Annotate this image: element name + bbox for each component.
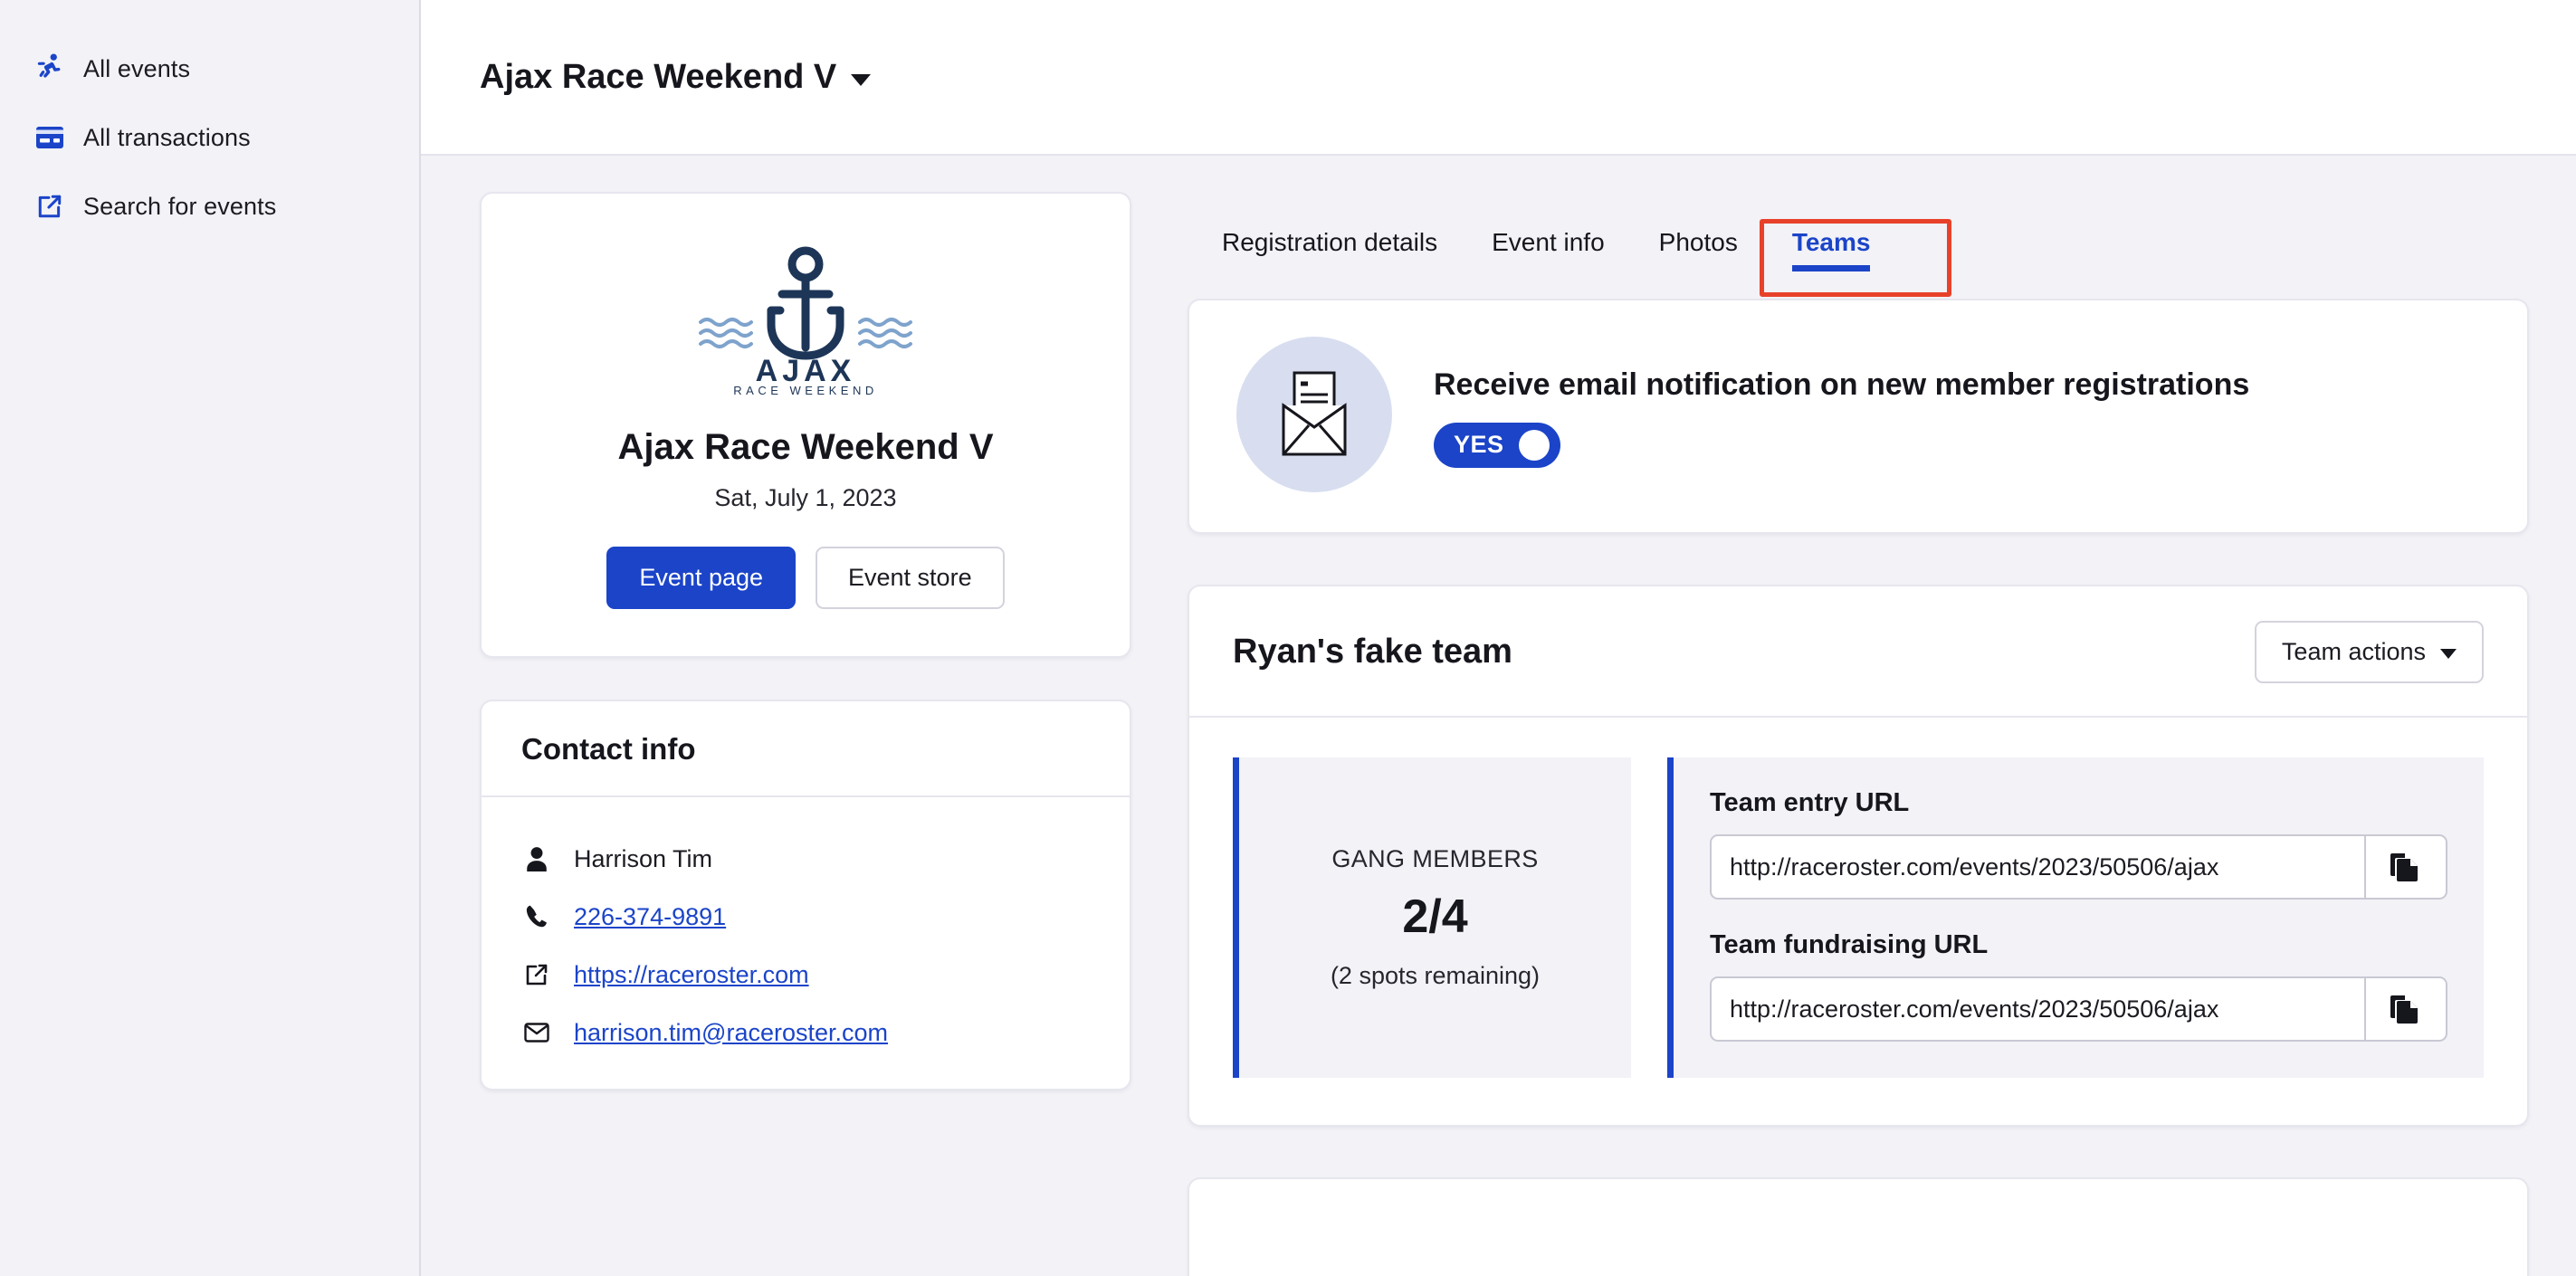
copy-team-entry-url-button[interactable] [2364,834,2447,900]
toggle-knob [1519,430,1550,461]
team-name: Ryan's fake team [1233,633,1512,671]
logo-subtitle: RACE WEEKEND [733,384,877,396]
content-area: AJAX RACE WEEKEND Ajax Race Weekend V Sa… [421,156,2576,1276]
envelope-mail-icon [1236,337,1392,492]
notification-text-block: Receive email notification on new member… [1434,362,2249,468]
sidebar: All events All transactions [0,0,421,1276]
team-actions-label: Team actions [2282,638,2426,666]
chevron-down-icon [851,74,871,86]
contact-website-link[interactable]: https://raceroster.com [574,961,809,989]
contact-row-name: Harrison Tim [521,830,1090,888]
notification-title: Receive email notification on new member… [1434,367,2249,403]
team-fundraising-url-input[interactable] [1710,976,2364,1042]
app-root: All events All transactions [0,0,2576,1276]
tab-photos[interactable]: Photos [1632,230,1765,279]
gang-members-label: GANG MEMBERS [1331,845,1538,873]
team-fundraising-url-row [1710,976,2447,1042]
gang-members-box: GANG MEMBERS 2/4 (2 spots remaining) [1233,757,1631,1078]
sidebar-item-label: All transactions [83,124,251,152]
envelope-icon [521,1022,552,1043]
sidebar-item-search-for-events[interactable]: Search for events [0,172,419,241]
event-buttons: Event page Event store [518,547,1093,609]
page-title: Ajax Race Weekend V [480,58,836,97]
person-icon [521,846,552,871]
external-link-icon [521,963,552,987]
contact-row-website: https://raceroster.com [521,946,1090,1004]
tab-bar: Registration details Event info Photos T… [1188,192,2529,279]
tab-event-info[interactable]: Event info [1465,230,1632,279]
contact-info-card: Contact info Harrison Tim [480,700,1131,1090]
sidebar-item-all-events[interactable]: All events [0,34,419,103]
team-fundraising-url-label: Team fundraising URL [1710,930,2447,960]
team-card-header: Ryan's fake team Team actions [1189,586,2527,718]
main-area: Ajax Race Weekend V [421,0,2576,1276]
external-link-icon [34,191,65,222]
event-name: Ajax Race Weekend V [518,427,1093,468]
gang-members-remaining: (2 spots remaining) [1331,962,1540,990]
team-entry-url-input[interactable] [1710,834,2364,900]
tab-registration-details[interactable]: Registration details [1195,230,1465,279]
gang-members-count: 2/4 [1402,890,1467,944]
sidebar-item-label: All events [83,55,190,83]
runner-icon [34,53,65,84]
phone-icon [521,904,552,929]
toggle-label: YES [1454,431,1504,459]
topbar: Ajax Race Weekend V [421,0,2576,156]
sidebar-item-all-transactions[interactable]: All transactions [0,103,419,172]
teams-tab-highlight-box [1760,219,1952,297]
chevron-down-icon [2440,649,2457,659]
contact-email-link[interactable]: harrison.tim@raceroster.com [574,1019,888,1047]
team-card-body: GANG MEMBERS 2/4 (2 spots remaining) Tea… [1189,718,2527,1125]
contact-phone-link[interactable]: 226-374-9891 [574,903,726,931]
copy-icon [2390,992,2421,1027]
sidebar-item-label: Search for events [83,193,276,221]
contact-info-heading: Contact info [482,701,1130,797]
right-column: Registration details Event info Photos T… [1188,192,2529,1276]
event-summary-card: AJAX RACE WEEKEND Ajax Race Weekend V Sa… [480,192,1131,658]
team-card: Ryan's fake team Team actions GANG MEMBE… [1188,585,2529,1127]
team-entry-url-row [1710,834,2447,900]
left-column: AJAX RACE WEEKEND Ajax Race Weekend V Sa… [480,192,1131,1276]
copy-team-fundraising-url-button[interactable] [2364,976,2447,1042]
event-logo: AJAX RACE WEEKEND [518,243,1093,396]
team-urls-box: Team entry URL [1667,757,2484,1078]
next-section-card [1188,1177,2529,1276]
copy-icon [2390,850,2421,885]
email-notification-toggle[interactable]: YES [1434,423,1560,468]
email-notification-card: Receive email notification on new member… [1188,299,2529,534]
contact-row-phone: 226-374-9891 [521,888,1090,946]
tab-teams-wrapper: Teams [1765,230,1898,279]
contact-row-email: harrison.tim@raceroster.com [521,1004,1090,1062]
credit-card-icon [34,122,65,153]
event-date: Sat, July 1, 2023 [518,484,1093,512]
event-switcher[interactable]: Ajax Race Weekend V [480,58,871,97]
team-entry-url-label: Team entry URL [1710,788,2447,818]
event-page-button[interactable]: Event page [606,547,796,609]
event-store-button[interactable]: Event store [816,547,1005,609]
contact-info-list: Harrison Tim 226-374-9891 [482,797,1130,1089]
contact-name: Harrison Tim [574,845,712,873]
team-actions-button[interactable]: Team actions [2255,621,2484,683]
